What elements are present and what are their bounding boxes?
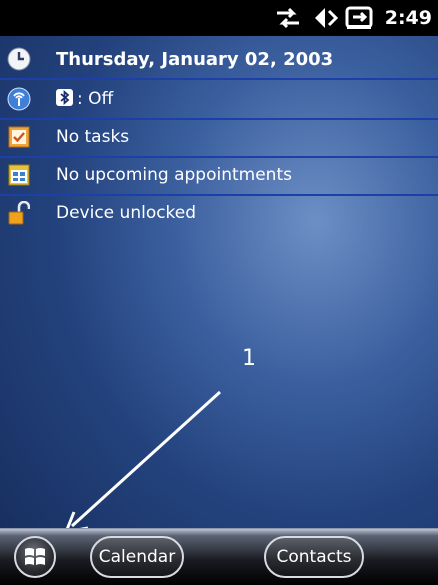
- wireless-icon: [0, 80, 38, 118]
- bluetooth-icon: [56, 89, 73, 106]
- windows-logo-icon: [25, 548, 45, 565]
- today-tasks-item[interactable]: No tasks: [0, 118, 438, 158]
- softkey-bar: Calendar Contacts: [0, 528, 438, 585]
- battery-charging-icon[interactable]: [345, 5, 375, 31]
- lock-status: Device unlocked: [56, 203, 197, 223]
- appointments-status: No upcoming appointments: [56, 165, 292, 185]
- today-lock-item[interactable]: Device unlocked: [0, 194, 438, 232]
- bluetooth-status: : Off: [77, 89, 114, 109]
- today-appointments-item[interactable]: No upcoming appointments: [0, 156, 438, 196]
- today-date: Thursday, January 02, 2003: [56, 48, 334, 70]
- unlock-icon: [0, 194, 38, 232]
- status-icons: 2:49: [273, 0, 438, 36]
- contacts-softkey[interactable]: Contacts: [264, 536, 364, 578]
- today-date-item[interactable]: Thursday, January 02, 2003: [0, 40, 438, 80]
- start-button[interactable]: [14, 536, 56, 578]
- annotation-label: 1: [242, 346, 256, 371]
- speaker-icon[interactable]: [309, 5, 339, 31]
- status-bar: 2:49: [0, 0, 438, 36]
- clock[interactable]: 2:49: [385, 7, 432, 29]
- connectivity-icon[interactable]: [273, 5, 303, 31]
- tasks-status: No tasks: [56, 127, 130, 147]
- calendar-icon: [0, 156, 38, 194]
- today-wireless-item[interactable]: : Off: [0, 80, 438, 120]
- wireless-status: : Off: [56, 89, 113, 109]
- clock-icon: [0, 40, 38, 78]
- tasks-icon: [0, 118, 38, 156]
- calendar-softkey[interactable]: Calendar: [90, 536, 184, 578]
